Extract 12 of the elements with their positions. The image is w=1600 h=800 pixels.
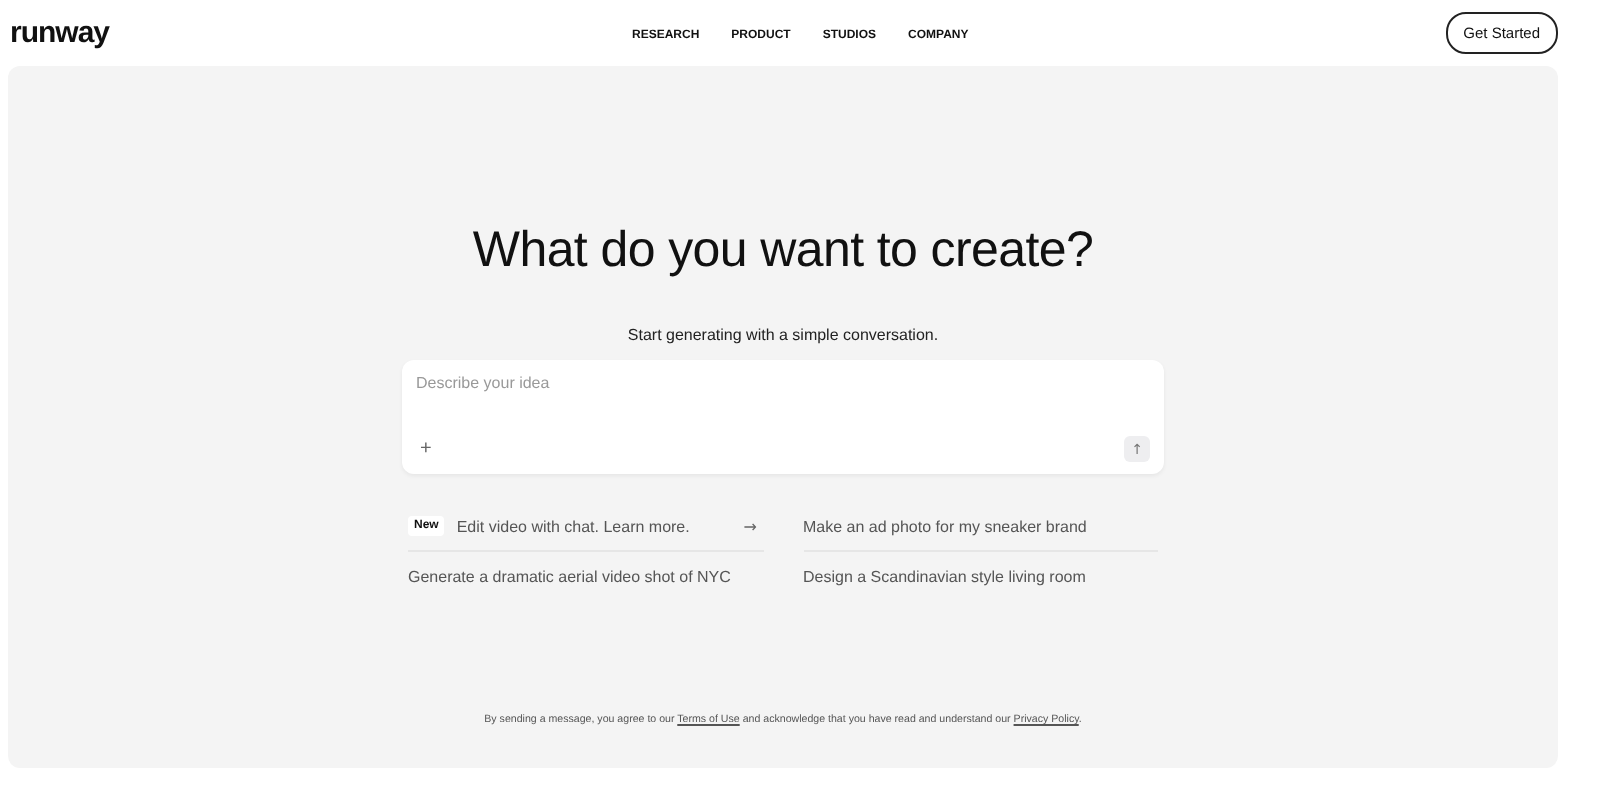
suggestion-text: Edit video with chat. Learn more. bbox=[456, 517, 690, 535]
suggestion-item[interactable]: Design a Scandinavian style living room bbox=[803, 552, 1158, 600]
arrow-icon: → bbox=[743, 517, 757, 535]
logo[interactable]: runway bbox=[10, 16, 110, 50]
suggestion-text: Design a Scandinavian style living room bbox=[803, 567, 1086, 585]
suggestion-text: Make an ad photo for my sneaker brand bbox=[803, 517, 1087, 535]
add-button[interactable]: + bbox=[416, 438, 436, 460]
hero-subtitle: Start generating with a simple conversation. bbox=[627, 326, 939, 344]
suggestion-item[interactable]: Generate a dramatic aerial video shot of NYC bbox=[408, 552, 763, 600]
hero-title: What do you want to create? bbox=[472, 222, 1094, 280]
suggestion-text: Generate a dramatic aerial video shot of NYC bbox=[408, 567, 731, 585]
suggestion-item[interactable]: Make an ad photo for my sneaker brand bbox=[803, 502, 1158, 552]
